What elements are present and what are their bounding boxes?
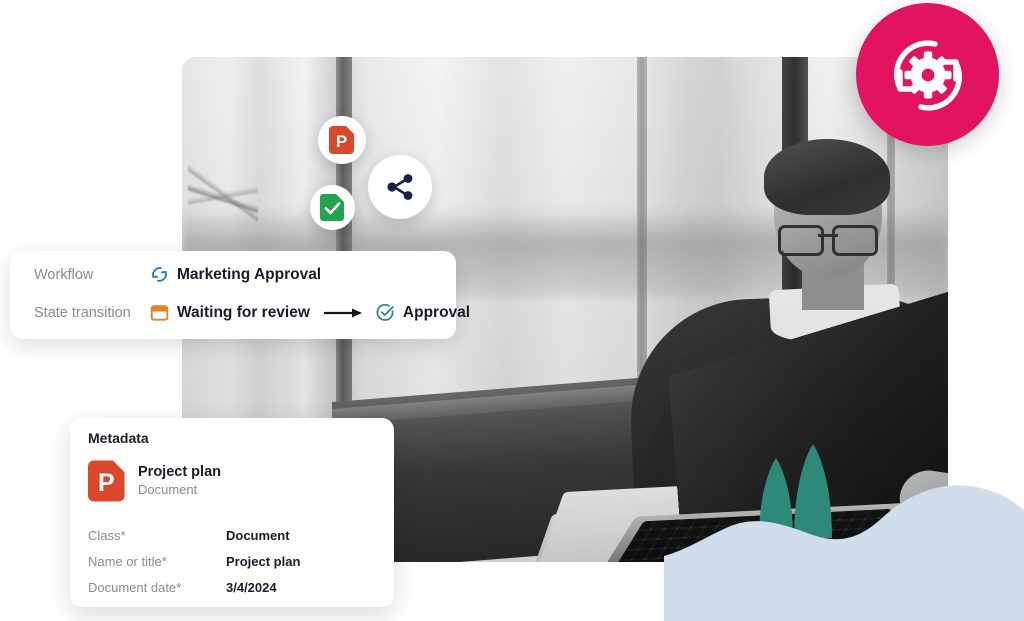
- workflow-value: Marketing Approval: [150, 265, 321, 284]
- metadata-document: P Project plan Document: [88, 460, 221, 502]
- workflow-row: Workflow Marketing Approval: [34, 265, 321, 284]
- metadata-document-name: Project plan: [138, 463, 221, 480]
- state-from-text: Waiting for review: [177, 303, 310, 321]
- metadata-field-value: Document: [226, 527, 290, 543]
- calendar-icon: [150, 305, 169, 321]
- check-circle-icon: [376, 303, 394, 321]
- powerpoint-badge[interactable]: P: [318, 116, 366, 164]
- metadata-field-value: Project plan: [226, 553, 301, 569]
- metadata-fields: Class* Document Name or title* Project p…: [88, 522, 378, 600]
- metadata-document-type: Document: [138, 481, 198, 497]
- metadata-field-row: Class* Document: [88, 522, 378, 548]
- workflow-card: Workflow Marketing Approval State transi…: [10, 251, 470, 339]
- metadata-field-row: Document date* 3/4/2024: [88, 574, 378, 600]
- svg-text:P: P: [98, 470, 115, 497]
- approved-document-icon: [320, 194, 344, 221]
- powerpoint-icon: P: [88, 460, 125, 502]
- svg-text:P: P: [336, 132, 347, 151]
- metadata-title: Metadata: [88, 430, 149, 446]
- metadata-field-row: Name or title* Project plan: [88, 548, 378, 574]
- share-icon: [387, 174, 413, 200]
- sync-icon: [152, 267, 167, 282]
- approved-document-badge[interactable]: [310, 185, 355, 230]
- state-to: Approval: [376, 303, 470, 322]
- share-badge[interactable]: [368, 155, 432, 219]
- state-to-text: Approval: [402, 303, 471, 321]
- metadata-field-key: Class*: [88, 527, 126, 543]
- metadata-field-value: 3/4/2024: [226, 579, 277, 595]
- arrow-right-icon: [323, 307, 364, 319]
- metadata-document-text: Project plan Document: [138, 463, 221, 497]
- sync-gear-badge: [856, 3, 999, 146]
- workflow-value-text: Marketing Approval: [177, 265, 322, 283]
- metadata-field-key: Name or title*: [88, 553, 167, 569]
- workflow-label: Workflow: [34, 266, 94, 283]
- powerpoint-icon: P: [329, 126, 354, 154]
- state-from: Waiting for review: [150, 303, 310, 322]
- sync-gear-icon: [893, 39, 962, 111]
- metadata-field-key: Document date*: [88, 579, 182, 595]
- page-stage: P Workflow Marketing Approval State tran…: [0, 0, 1024, 621]
- state-transition-label: State transition: [34, 304, 131, 321]
- metadata-card: Metadata P Project plan Document Class* …: [70, 418, 394, 607]
- state-transition-row: State transition Waiting for review Appr…: [34, 303, 470, 322]
